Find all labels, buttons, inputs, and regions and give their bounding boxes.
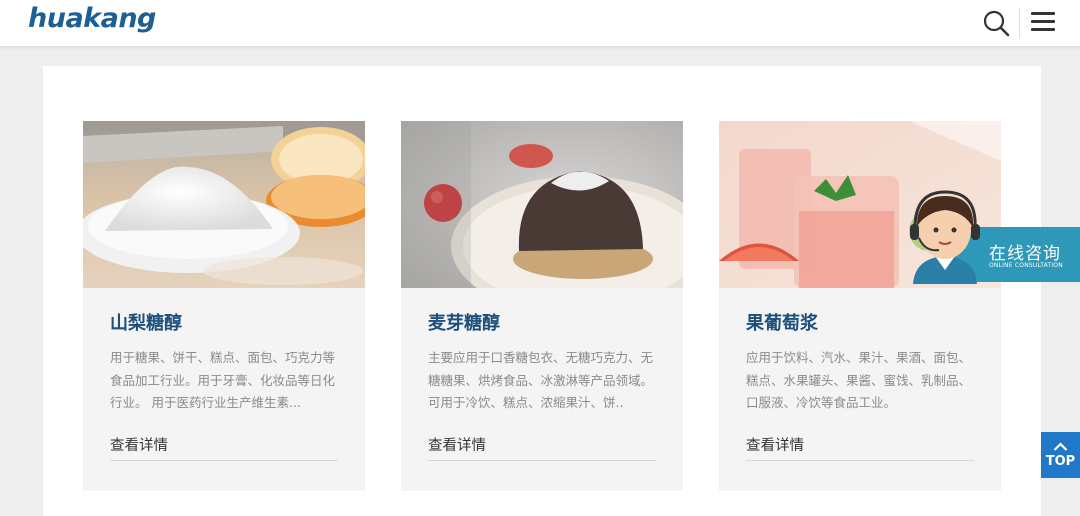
divider [110, 460, 338, 461]
header-divider [1019, 8, 1020, 38]
view-details-link[interactable]: 查看详情 [428, 434, 486, 455]
back-to-top-label: TOP [1045, 454, 1076, 469]
search-icon[interactable] [982, 9, 1010, 37]
online-consultation-widget[interactable]: 在线咨询 ONLINE CONSULTATION [905, 186, 1080, 284]
product-image-maltitol[interactable] [401, 121, 683, 288]
product-title[interactable]: 果葡萄浆 [746, 309, 818, 335]
view-details-link[interactable]: 查看详情 [110, 434, 168, 455]
product-card-maltitol[interactable]: 麦芽糖醇 主要应用于口香糖包衣、无糖巧克力、无糖糖果、烘烤食品、冰激淋等产品领域… [401, 121, 683, 491]
customer-service-avatar-icon [910, 190, 980, 284]
product-title[interactable]: 山梨糖醇 [110, 309, 182, 335]
back-to-top-button[interactable]: TOP [1041, 432, 1080, 478]
chevron-up-icon [1053, 442, 1068, 451]
product-description: 主要应用于口香糖包衣、无糖巧克力、无糖糖果、烘烤食品、冰激淋等产品领域。可用于冷… [428, 350, 654, 410]
product-card-glucose-syrup[interactable]: 果葡萄浆 应用于饮料、汽水、果汁、果酒、面包、糕点、水果罐头、果酱、蜜饯、乳制品… [719, 121, 1001, 491]
site-header: huakang [0, 0, 1080, 46]
product-description: 应用于饮料、汽水、果汁、果酒、面包、糕点、水果罐头、果酱、蜜饯、乳制品、口服液、… [746, 350, 972, 410]
product-description: 用于糖果、饼干、糕点、面包、巧克力等食品加工行业。用于牙膏、化妆品等日化行业。 … [110, 350, 336, 410]
site-logo[interactable]: huakang [28, 3, 156, 34]
product-title[interactable]: 麦芽糖醇 [428, 309, 500, 335]
product-card-sorbitol[interactable]: 山梨糖醇 用于糖果、饼干、糕点、面包、巧克力等食品加工行业。用于牙膏、化妆品等日… [83, 121, 365, 491]
consultation-sublabel: ONLINE CONSULTATION [989, 262, 1063, 269]
consultation-label[interactable]: 在线咨询 [989, 239, 1061, 264]
product-image-sorbitol[interactable] [83, 121, 365, 288]
view-details-link[interactable]: 查看详情 [746, 434, 804, 455]
divider [428, 460, 656, 461]
divider [746, 460, 974, 461]
hamburger-menu-icon[interactable] [1031, 12, 1055, 34]
